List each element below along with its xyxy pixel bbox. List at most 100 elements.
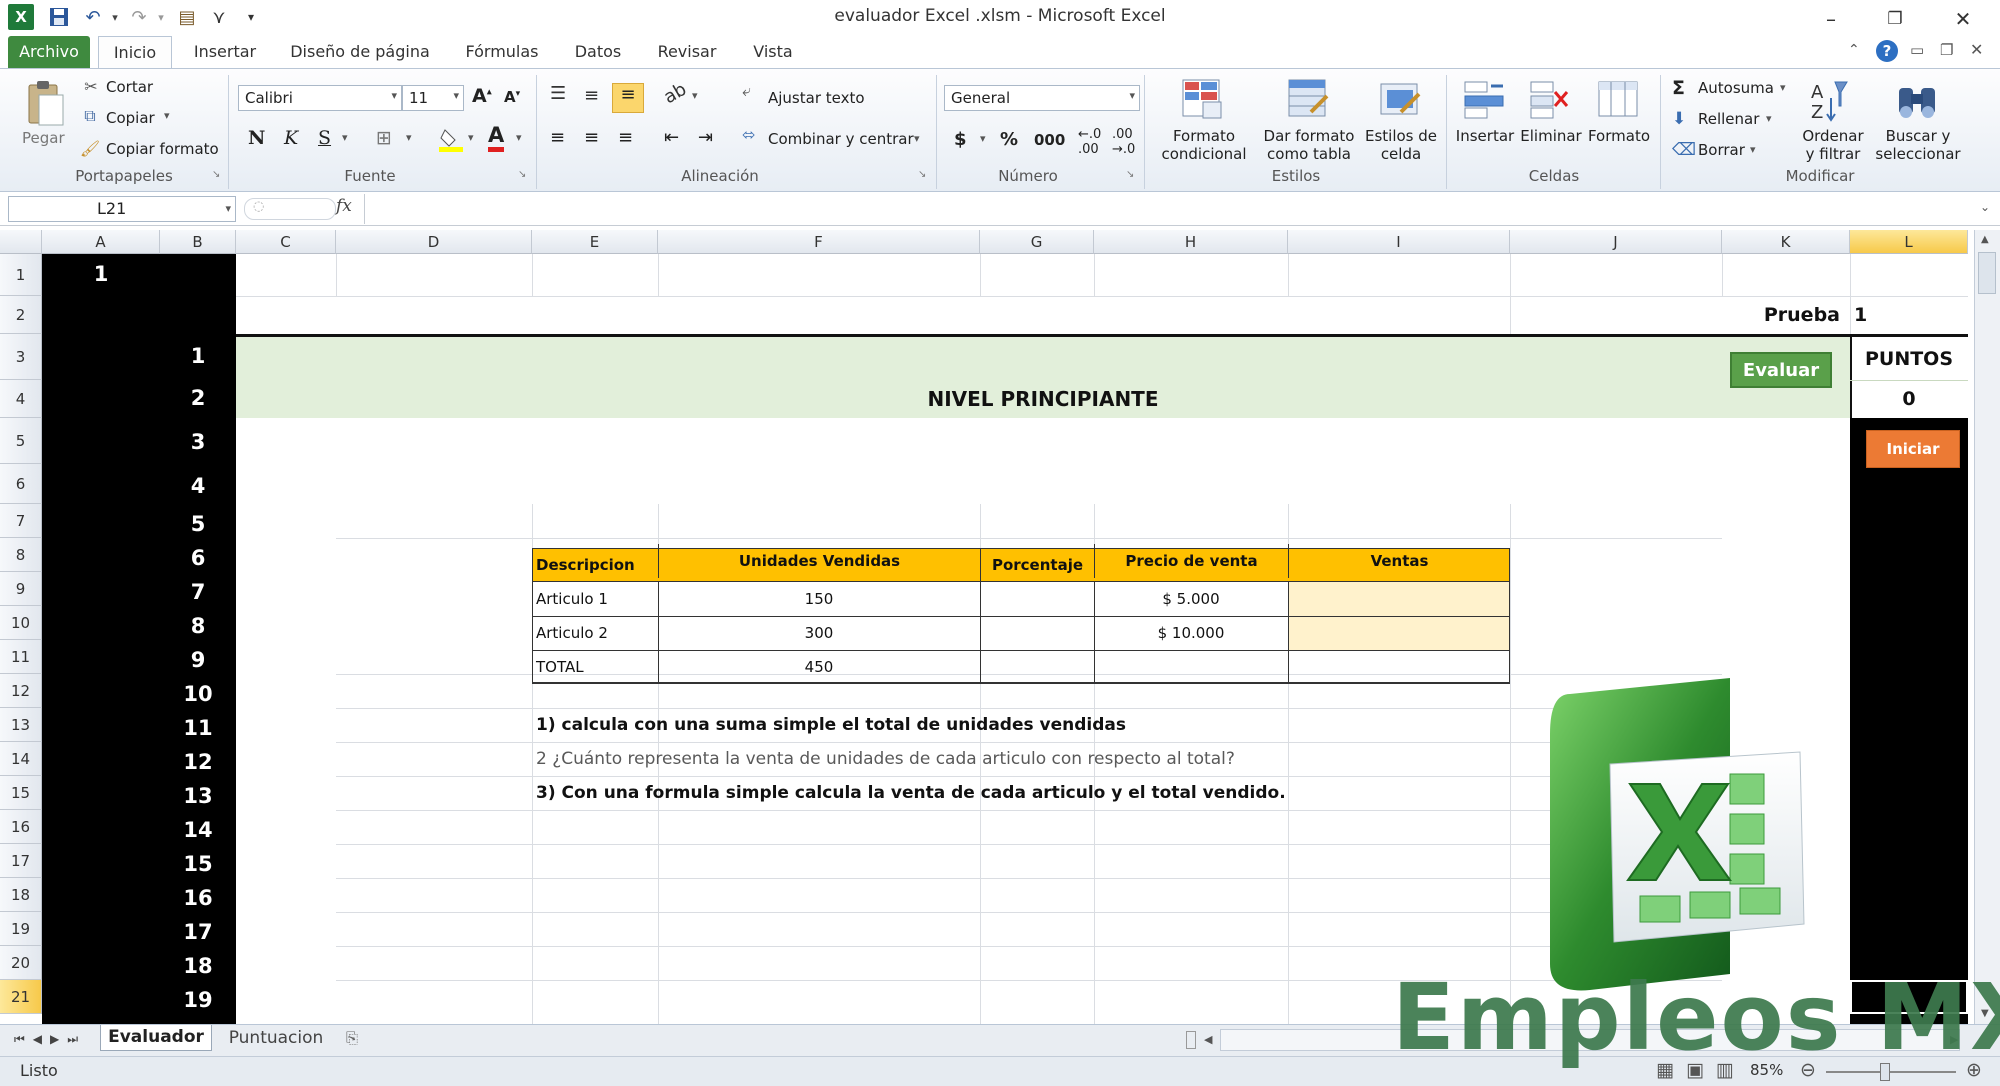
column-header-l[interactable]: L — [1850, 230, 1968, 254]
evaluate-button[interactable]: Evaluar — [1730, 352, 1832, 388]
table-cell[interactable]: 150 — [658, 582, 980, 616]
find-select-button[interactable]: Buscar y seleccionar — [1868, 127, 1968, 163]
fill-color-icon[interactable] — [438, 125, 464, 153]
prueba-value[interactable]: 1 — [1854, 296, 1954, 334]
font-launcher-icon[interactable]: ↘ — [518, 169, 526, 180]
borders-icon[interactable]: ⊞ — [376, 127, 392, 149]
font-size-select[interactable]: 11 ▾ — [402, 85, 464, 111]
align-left-icon[interactable]: ≡ — [550, 127, 565, 148]
column-header-a[interactable]: A — [42, 230, 160, 254]
row-header[interactable]: 14 — [0, 742, 42, 776]
percent-button[interactable]: % — [1000, 129, 1018, 150]
collapse-ribbon-icon[interactable]: ⌃ — [1848, 42, 1860, 58]
number-launcher-icon[interactable]: ↘ — [1126, 169, 1134, 180]
row-header[interactable]: 1 — [0, 254, 42, 296]
cut-button[interactable]: Cortar — [106, 78, 153, 96]
underline-dropdown-icon[interactable]: ▾ — [342, 131, 348, 144]
fill-color-dropdown-icon[interactable]: ▾ — [468, 131, 474, 144]
table-cell[interactable]: Articulo 1 — [536, 582, 656, 616]
table-cell[interactable] — [1288, 582, 1510, 616]
number-format-select[interactable]: General ▾ — [944, 85, 1140, 111]
decrease-indent-icon[interactable]: ⇤ — [664, 127, 679, 148]
font-color-dropdown-icon[interactable]: ▾ — [516, 131, 522, 144]
conditional-format-button[interactable]: Formato condicional — [1150, 127, 1258, 163]
align-right-icon[interactable]: ≡ — [618, 127, 633, 148]
fill-button[interactable]: Rellenar — [1698, 110, 1759, 128]
row-header[interactable]: 16 — [0, 810, 42, 844]
table-cell[interactable] — [1288, 616, 1510, 650]
row-header[interactable]: 8 — [0, 538, 42, 572]
scrollbar-thumb[interactable] — [1978, 252, 1996, 294]
minimize-icon[interactable]: – — [1806, 2, 1856, 36]
table-cell[interactable] — [1094, 650, 1288, 684]
delete-cells-button[interactable]: Eliminar — [1516, 127, 1586, 145]
table-cell[interactable]: $ 10.000 — [1094, 616, 1288, 650]
borders-dropdown-icon[interactable]: ▾ — [406, 131, 412, 144]
table-cell[interactable] — [980, 582, 1094, 616]
row-header[interactable]: 18 — [0, 878, 42, 912]
name-box[interactable]: L21 ▾ — [8, 196, 236, 222]
vertical-scrollbar[interactable]: ▲ ▼ — [1974, 230, 2000, 1024]
formula-input[interactable] — [364, 194, 1978, 224]
doc-restore-icon[interactable]: ❐ — [1940, 41, 1953, 59]
fill-dropdown-icon[interactable]: ▾ — [1766, 112, 1772, 125]
currency-dropdown-icon[interactable]: ▾ — [980, 132, 986, 145]
align-top-icon[interactable]: ☰ — [550, 83, 566, 104]
select-all-corner[interactable] — [0, 230, 42, 254]
paste-icon[interactable] — [22, 77, 68, 131]
column-header-b[interactable]: B — [160, 230, 236, 254]
worksheet-grid[interactable]: A B C D E F G H I J K L 1 2 3 4 5 6 7 8 … — [0, 230, 1974, 1024]
table-cell[interactable] — [980, 650, 1094, 684]
underline-button[interactable]: S — [318, 127, 331, 149]
sheet-tab-evaluador[interactable]: Evaluador — [100, 1025, 212, 1051]
close-icon[interactable]: ✕ — [1938, 2, 1988, 36]
expand-formula-bar-icon[interactable]: ⌄ — [1980, 200, 1990, 214]
restore-icon[interactable]: ❐ — [1870, 2, 1920, 36]
format-cells-button[interactable]: Formato — [1584, 127, 1654, 145]
doc-minimize-icon[interactable]: ▭ — [1910, 41, 1924, 59]
column-header-g[interactable]: G — [980, 230, 1094, 254]
italic-button[interactable]: K — [284, 127, 298, 149]
increase-decimal-icon[interactable]: ←.0.00 — [1078, 127, 1101, 157]
sort-filter-button[interactable]: Ordenar y filtrar — [1790, 127, 1876, 163]
currency-button[interactable]: $ — [954, 129, 967, 150]
sheet-tab-puntuacion[interactable]: Puntuacion — [220, 1025, 332, 1051]
orientation-dropdown-icon[interactable]: ▾ — [692, 89, 698, 102]
row-header[interactable]: 10 — [0, 606, 42, 640]
row-header[interactable]: 3 — [0, 334, 42, 380]
shrink-font-icon[interactable]: A▾ — [504, 88, 520, 106]
column-header-f[interactable]: F — [658, 230, 980, 254]
table-cell[interactable]: 300 — [658, 616, 980, 650]
decrease-decimal-icon[interactable]: .00 →.0 — [1112, 127, 1135, 157]
row-header[interactable]: 7 — [0, 504, 42, 538]
column-header-k[interactable]: K — [1722, 230, 1850, 254]
column-header-h[interactable]: H — [1094, 230, 1288, 254]
alignment-launcher-icon[interactable]: ↘ — [918, 169, 926, 180]
grow-font-icon[interactable]: A▴ — [472, 85, 492, 107]
clear-dropdown-icon[interactable]: ▾ — [1750, 143, 1756, 156]
tab-archivo[interactable]: Archivo — [8, 36, 90, 68]
cell-a1[interactable]: 1 — [42, 262, 160, 286]
table-cell[interactable]: $ 5.000 — [1094, 582, 1288, 616]
row-header[interactable]: 19 — [0, 912, 42, 946]
row-header[interactable]: 17 — [0, 844, 42, 878]
tab-datos[interactable]: Datos — [566, 36, 630, 68]
row-header[interactable]: 5 — [0, 418, 42, 464]
thousands-button[interactable]: 000 — [1034, 131, 1065, 149]
row-header[interactable]: 21 — [0, 980, 42, 1014]
formula-bar-splitter[interactable]: ◌ — [244, 198, 336, 220]
cell-styles-button[interactable]: Estilos de celda — [1360, 127, 1442, 163]
tab-formulas[interactable]: Fórmulas — [456, 36, 548, 68]
insert-cells-button[interactable]: Insertar — [1450, 127, 1520, 145]
font-name-select[interactable]: Calibri ▾ — [238, 85, 402, 111]
zoom-slider-track[interactable] — [1826, 1071, 1956, 1073]
bold-button[interactable]: N — [248, 127, 265, 149]
autosum-button[interactable]: Autosuma — [1698, 79, 1774, 97]
table-cell[interactable]: TOTAL — [536, 650, 656, 684]
scroll-up-icon[interactable]: ▲ — [1981, 234, 1989, 245]
copy-button[interactable]: Copiar — [106, 109, 155, 127]
table-cell[interactable] — [1288, 650, 1510, 684]
scroll-left-icon[interactable]: ◀ — [1204, 1033, 1212, 1046]
column-header-e[interactable]: E — [532, 230, 658, 254]
table-cell[interactable] — [980, 616, 1094, 650]
